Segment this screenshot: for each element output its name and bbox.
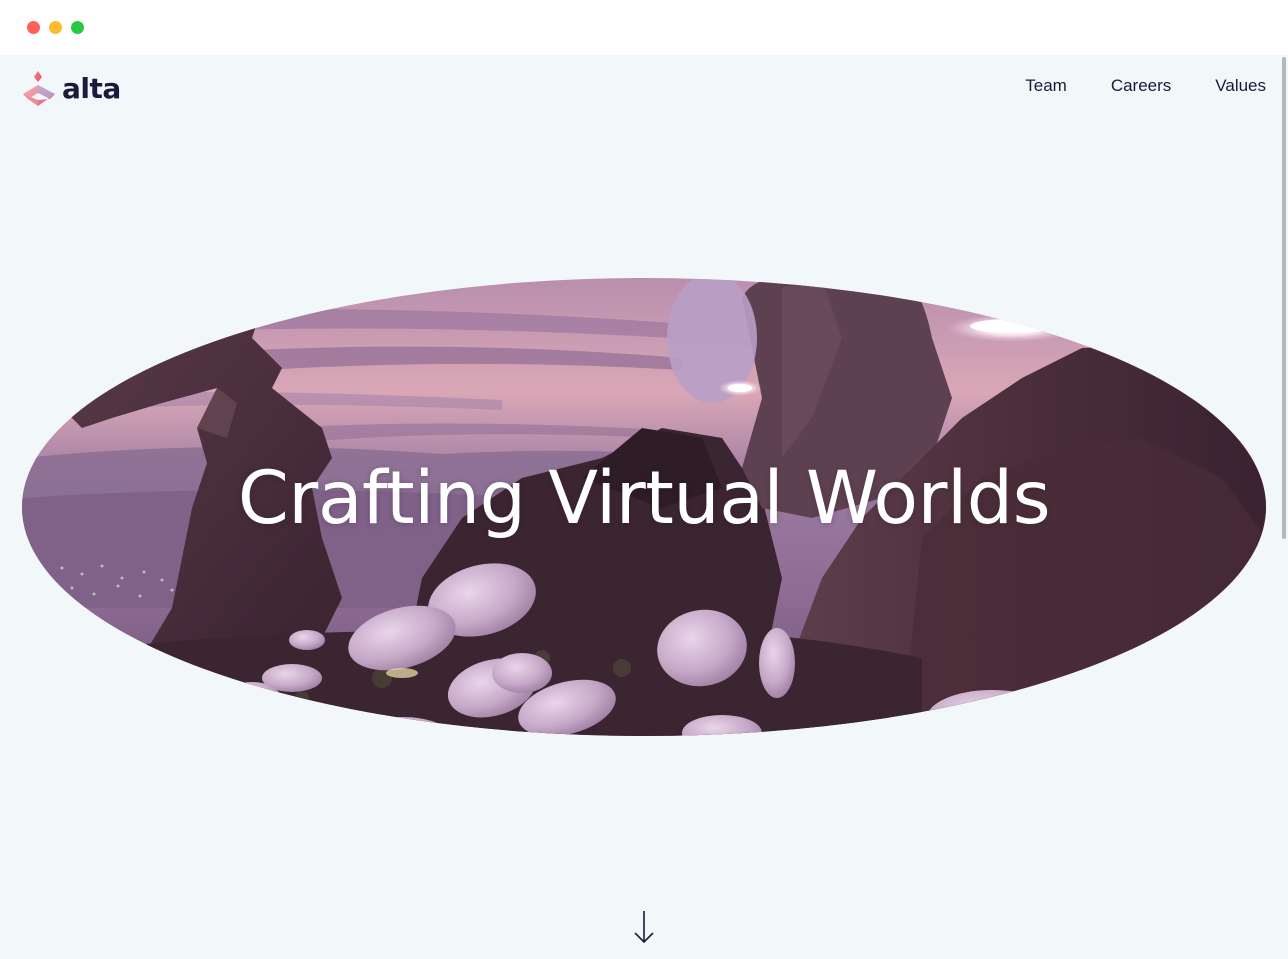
nav-item-values[interactable]: Values bbox=[1215, 76, 1266, 96]
alta-logo-icon bbox=[23, 71, 55, 106]
browser-titlebar bbox=[0, 0, 1288, 55]
alta-logo-link[interactable]: alta bbox=[22, 71, 121, 107]
browser-window: alta Team Careers Values Crafting Virtua… bbox=[0, 0, 1288, 959]
arrow-down-icon[interactable] bbox=[632, 909, 656, 945]
main-nav: Team Careers Values bbox=[1025, 76, 1266, 96]
page-content: alta Team Careers Values Crafting Virtua… bbox=[0, 55, 1288, 959]
nav-item-team[interactable]: Team bbox=[1025, 76, 1067, 96]
minimize-window-button[interactable] bbox=[49, 21, 62, 34]
page-scrollbar[interactable] bbox=[1282, 57, 1286, 539]
brand-name: alta bbox=[62, 72, 121, 105]
hero-banner: Crafting Virtual Worlds bbox=[22, 278, 1266, 736]
nav-item-careers[interactable]: Careers bbox=[1111, 76, 1171, 96]
maximize-window-button[interactable] bbox=[71, 21, 84, 34]
close-window-button[interactable] bbox=[27, 21, 40, 34]
hero-title: Crafting Virtual Worlds bbox=[237, 456, 1051, 541]
